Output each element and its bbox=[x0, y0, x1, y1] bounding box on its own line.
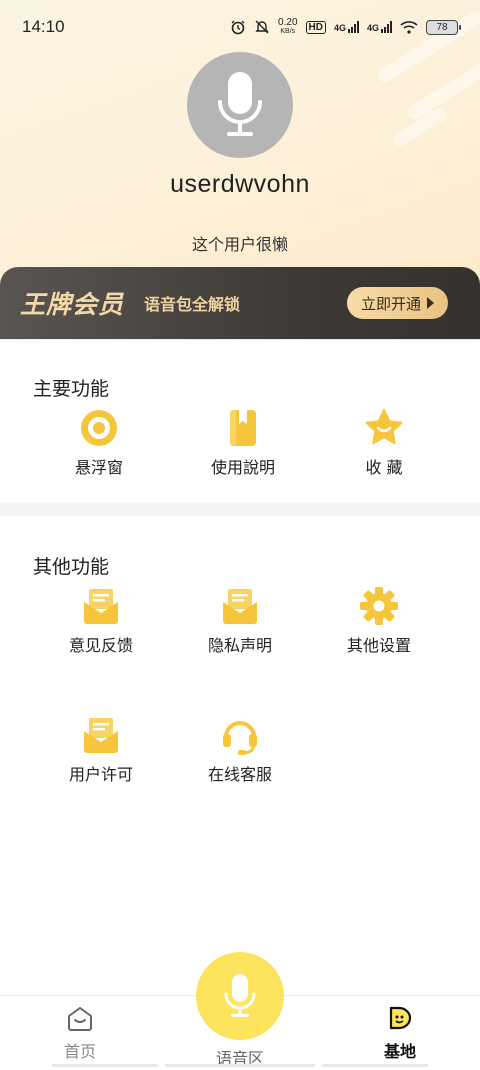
signal-bars-icon bbox=[347, 21, 359, 33]
voice-zone-button[interactable] bbox=[196, 952, 284, 1040]
headset-icon bbox=[220, 715, 260, 755]
favorite-star-icon bbox=[364, 408, 404, 448]
open-vip-button[interactable]: 立即开通 bbox=[346, 287, 448, 319]
license-envelope-icon bbox=[81, 715, 121, 755]
status-bar: 14:10 0.20 KB/s HD 4G 4G 78 bbox=[0, 0, 480, 54]
hd-badge: HD bbox=[305, 20, 326, 34]
manual-label: 使用說明 bbox=[210, 458, 275, 477]
microphone-icon bbox=[224, 974, 256, 1017]
play-arrow-icon bbox=[427, 297, 434, 309]
feedback-envelope-icon bbox=[81, 586, 121, 626]
feedback-label: 意见反馈 bbox=[68, 636, 133, 655]
sim2-network-label: 4G bbox=[366, 23, 379, 33]
vip-subtitle: 语音包全解锁 bbox=[144, 295, 241, 314]
signal-sim1: 4G bbox=[334, 21, 359, 33]
wifi-icon bbox=[400, 21, 418, 34]
bottom-indicator bbox=[322, 1064, 428, 1067]
net-speed-unit: KB/s bbox=[280, 28, 296, 35]
settings-label: 其他设置 bbox=[346, 636, 411, 655]
section-divider bbox=[0, 502, 480, 516]
open-vip-button-label: 立即开通 bbox=[360, 294, 421, 313]
mute-bell-icon bbox=[255, 20, 269, 34]
alarm-icon bbox=[231, 20, 245, 35]
favorites-label: 收 藏 bbox=[365, 458, 403, 477]
user-bio: 这个用户很懒 bbox=[191, 235, 288, 254]
status-time: 14:10 bbox=[22, 17, 65, 36]
bottom-indicator bbox=[165, 1064, 315, 1067]
main-functions-title: 主要功能 bbox=[33, 378, 110, 400]
home-icon bbox=[66, 1004, 94, 1032]
status-icons: 0.20 KB/s HD 4G 4G 78 bbox=[230, 18, 461, 36]
customer-service-label: 在线客服 bbox=[207, 765, 272, 784]
sim1-network-label: 4G bbox=[333, 23, 346, 33]
license-label: 用户许可 bbox=[68, 765, 133, 784]
privacy-button[interactable]: 隐私声明 bbox=[175, 586, 305, 656]
bottom-indicator bbox=[52, 1064, 158, 1067]
manual-book-icon bbox=[223, 408, 263, 448]
base-icon bbox=[386, 1004, 414, 1032]
username: userdwvohn bbox=[170, 170, 310, 198]
feedback-button[interactable]: 意见反馈 bbox=[36, 586, 166, 656]
other-functions-title: 其他功能 bbox=[33, 556, 110, 578]
license-button[interactable]: 用户许可 bbox=[36, 715, 166, 785]
signal-sim2: 4G bbox=[367, 21, 392, 33]
battery-indicator: 78 bbox=[426, 19, 461, 35]
signal-bars-icon bbox=[381, 21, 392, 33]
privacy-label: 隐私声明 bbox=[207, 636, 272, 655]
microphone-icon bbox=[218, 72, 262, 136]
vip-title: 王牌会员 bbox=[20, 290, 125, 319]
floating-window-button[interactable]: 悬浮窗 bbox=[34, 408, 164, 478]
avatar[interactable] bbox=[187, 52, 293, 158]
privacy-envelope-icon bbox=[220, 586, 260, 626]
customer-service-button[interactable]: 在线客服 bbox=[175, 715, 305, 785]
manual-button[interactable]: 使用說明 bbox=[178, 408, 308, 478]
net-speed-value: 0.20 bbox=[278, 17, 298, 28]
floating-window-icon bbox=[79, 408, 119, 448]
vip-banner[interactable]: 王牌会员 语音包全解锁 立即开通 bbox=[0, 267, 480, 339]
settings-button[interactable]: 其他设置 bbox=[314, 586, 444, 656]
gear-icon bbox=[359, 586, 399, 626]
favorites-button[interactable]: 收 藏 bbox=[319, 408, 449, 478]
net-speed: 0.20 KB/s bbox=[278, 18, 297, 36]
floating-window-label: 悬浮窗 bbox=[74, 458, 123, 477]
